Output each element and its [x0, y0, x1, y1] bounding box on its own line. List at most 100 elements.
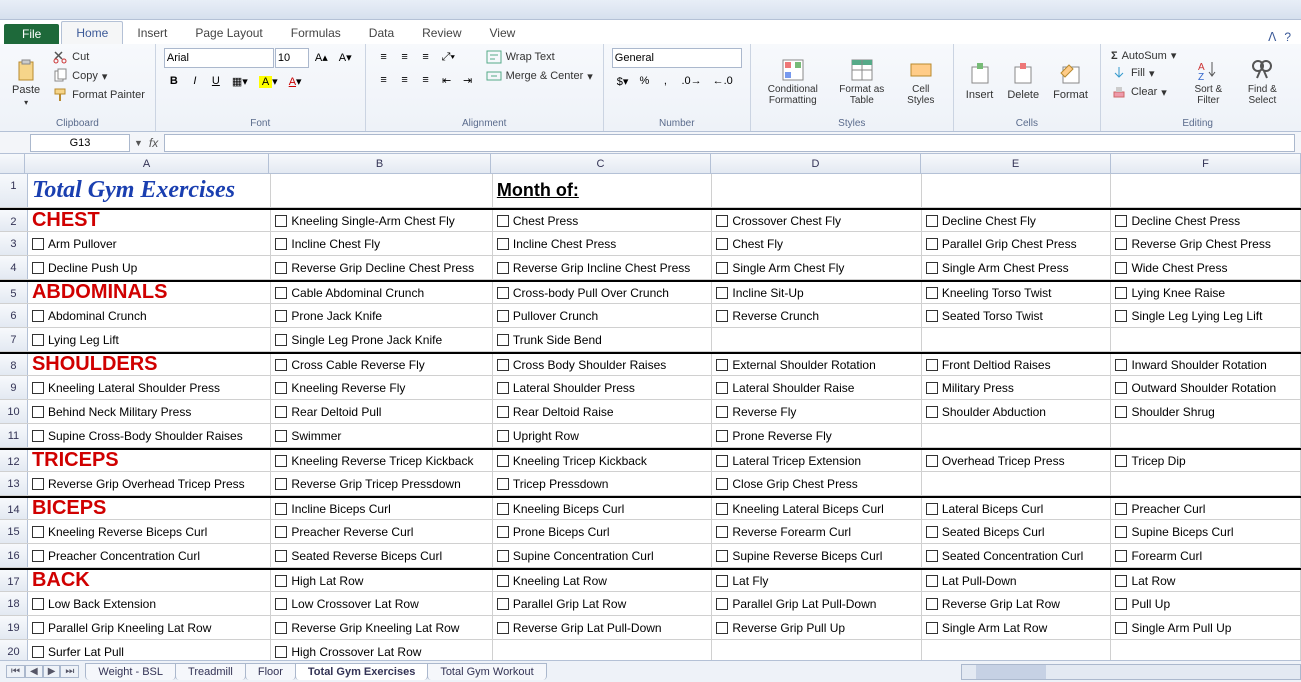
- cell[interactable]: Decline Chest Press: [1111, 210, 1301, 231]
- checkbox-icon[interactable]: [1115, 382, 1127, 394]
- checkbox-icon[interactable]: [275, 550, 287, 562]
- sheet-tab[interactable]: Treadmill: [175, 663, 246, 680]
- cell[interactable]: Lateral Biceps Curl: [922, 498, 1112, 519]
- cell[interactable]: Kneeling Reverse Biceps Curl: [28, 520, 271, 543]
- cell[interactable]: Single Arm Chest Press: [922, 256, 1112, 279]
- cell[interactable]: Preacher Reverse Curl: [271, 520, 492, 543]
- checkbox-icon[interactable]: [926, 622, 938, 634]
- checkbox-icon[interactable]: [497, 310, 509, 322]
- number-format-select[interactable]: [612, 48, 742, 68]
- cell[interactable]: Single Leg Lying Leg Lift: [1111, 304, 1301, 327]
- checkbox-icon[interactable]: [497, 287, 509, 299]
- help-icon[interactable]: ?: [1284, 30, 1291, 44]
- cell[interactable]: Seated Reverse Biceps Curl: [271, 544, 492, 567]
- checkbox-icon[interactable]: [32, 310, 44, 322]
- checkbox-icon[interactable]: [275, 310, 287, 322]
- checkbox-icon[interactable]: [32, 646, 44, 658]
- row-header[interactable]: 18: [0, 592, 28, 615]
- row-header[interactable]: 15: [0, 520, 28, 543]
- checkbox-icon[interactable]: [1115, 215, 1127, 227]
- checkbox-icon[interactable]: [497, 334, 509, 346]
- cell[interactable]: Prone Jack Knife: [271, 304, 492, 327]
- cell[interactable]: [712, 328, 922, 351]
- comma-icon[interactable]: ,: [655, 72, 675, 91]
- checkbox-icon[interactable]: [716, 598, 728, 610]
- next-sheet-icon[interactable]: ▶: [43, 665, 61, 678]
- cell[interactable]: Upright Row: [493, 424, 713, 447]
- align-right-icon[interactable]: ≡: [416, 71, 436, 90]
- cell[interactable]: CHEST: [28, 210, 271, 231]
- cell[interactable]: Kneeling Tricep Kickback: [493, 450, 713, 471]
- cell[interactable]: [1111, 328, 1301, 351]
- cell[interactable]: Reverse Fly: [712, 400, 922, 423]
- cell[interactable]: Front Deltiod Raises: [922, 354, 1112, 375]
- checkbox-icon[interactable]: [275, 287, 287, 299]
- insert-cells-button[interactable]: Insert: [962, 48, 998, 116]
- checkbox-icon[interactable]: [1115, 526, 1127, 538]
- checkbox-icon[interactable]: [275, 503, 287, 515]
- cell[interactable]: Forearm Curl: [1111, 544, 1301, 567]
- checkbox-icon[interactable]: [716, 503, 728, 515]
- tab-data[interactable]: Data: [355, 22, 408, 44]
- select-all-corner[interactable]: [0, 154, 25, 173]
- checkbox-icon[interactable]: [716, 262, 728, 274]
- font-name-select[interactable]: [164, 48, 274, 68]
- sort-filter-button[interactable]: AZSort & Filter: [1184, 48, 1232, 116]
- row-header[interactable]: 5: [0, 282, 28, 303]
- cell[interactable]: Reverse Crunch: [712, 304, 922, 327]
- checkbox-icon[interactable]: [926, 287, 938, 299]
- cell[interactable]: External Shoulder Rotation: [712, 354, 922, 375]
- checkbox-icon[interactable]: [1115, 622, 1127, 634]
- cell[interactable]: [1111, 472, 1301, 495]
- cell[interactable]: Reverse Grip Chest Press: [1111, 232, 1301, 255]
- checkbox-icon[interactable]: [497, 406, 509, 418]
- checkbox-icon[interactable]: [32, 598, 44, 610]
- checkbox-icon[interactable]: [497, 382, 509, 394]
- checkbox-icon[interactable]: [32, 406, 44, 418]
- checkbox-icon[interactable]: [275, 598, 287, 610]
- checkbox-icon[interactable]: [926, 310, 938, 322]
- cell[interactable]: Kneeling Reverse Tricep Kickback: [271, 450, 492, 471]
- checkbox-icon[interactable]: [275, 622, 287, 634]
- currency-icon[interactable]: $▾: [612, 72, 634, 91]
- checkbox-icon[interactable]: [275, 406, 287, 418]
- cell[interactable]: Supine Cross-Body Shoulder Raises: [28, 424, 271, 447]
- checkbox-icon[interactable]: [497, 478, 509, 490]
- cell[interactable]: Cable Abdominal Crunch: [271, 282, 492, 303]
- row-header[interactable]: 9: [0, 376, 28, 399]
- tab-pagelayout[interactable]: Page Layout: [181, 22, 276, 44]
- cell[interactable]: Inward Shoulder Rotation: [1111, 354, 1301, 375]
- cell[interactable]: Single Leg Prone Jack Knife: [271, 328, 492, 351]
- cell[interactable]: High Lat Row: [271, 570, 492, 591]
- cell[interactable]: Outward Shoulder Rotation: [1111, 376, 1301, 399]
- format-cells-button[interactable]: Format: [1049, 48, 1092, 116]
- name-box[interactable]: [30, 134, 130, 152]
- cell[interactable]: Lateral Shoulder Press: [493, 376, 713, 399]
- align-middle-icon[interactable]: ≡: [395, 48, 415, 67]
- cell[interactable]: Kneeling Reverse Fly: [271, 376, 492, 399]
- checkbox-icon[interactable]: [497, 455, 509, 467]
- checkbox-icon[interactable]: [497, 526, 509, 538]
- cell[interactable]: Cross Body Shoulder Raises: [493, 354, 713, 375]
- checkbox-icon[interactable]: [716, 550, 728, 562]
- conditional-formatting-button[interactable]: Conditional Formatting: [759, 48, 827, 116]
- cell[interactable]: Reverse Grip Decline Chest Press: [271, 256, 492, 279]
- align-center-icon[interactable]: ≡: [395, 71, 415, 90]
- tab-formulas[interactable]: Formulas: [277, 22, 355, 44]
- cell[interactable]: Military Press: [922, 376, 1112, 399]
- cell[interactable]: Supine Biceps Curl: [1111, 520, 1301, 543]
- column-header[interactable]: A: [25, 154, 269, 173]
- align-left-icon[interactable]: ≡: [374, 71, 394, 90]
- cell[interactable]: [712, 174, 922, 207]
- wrap-text-button[interactable]: Wrap Text: [484, 48, 595, 66]
- clear-button[interactable]: Clear ▾: [1109, 83, 1178, 101]
- cell[interactable]: Kneeling Biceps Curl: [493, 498, 713, 519]
- orientation-icon[interactable]: ⤢▾: [437, 48, 460, 67]
- cell[interactable]: ABDOMINALS: [28, 282, 271, 303]
- cell[interactable]: Chest Fly: [712, 232, 922, 255]
- checkbox-icon[interactable]: [1115, 287, 1127, 299]
- cell[interactable]: Lying Knee Raise: [1111, 282, 1301, 303]
- checkbox-icon[interactable]: [926, 382, 938, 394]
- cell[interactable]: Swimmer: [271, 424, 492, 447]
- cell[interactable]: Kneeling Single-Arm Chest Fly: [271, 210, 492, 231]
